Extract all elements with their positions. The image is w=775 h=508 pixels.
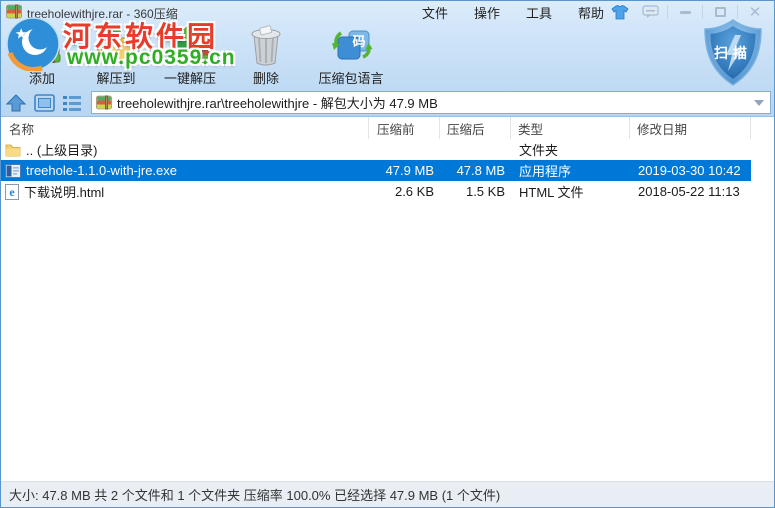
modified-date bbox=[630, 139, 751, 160]
extract-to-icon bbox=[93, 23, 139, 67]
icon-view-icon[interactable] bbox=[31, 92, 57, 114]
status-bar: 大小: 47.8 MB 共 2 个文件和 1 个文件夹 压缩率 100.0% 已… bbox=[1, 481, 774, 507]
address-archive-icon bbox=[96, 95, 112, 110]
svg-text:e: e bbox=[9, 185, 15, 199]
file-list: 名称 压缩前 压缩后 类型 修改日期 .. (上级目录) 文件夹 treehol… bbox=[1, 117, 774, 481]
column-header-type[interactable]: 类型 bbox=[511, 117, 630, 139]
archive-language-button[interactable]: 码 压缩包语言 bbox=[303, 25, 399, 87]
modified-date: 2019-03-30 10:42 bbox=[638, 163, 741, 178]
up-folder-icon[interactable] bbox=[3, 92, 29, 114]
column-header-name[interactable]: 名称 bbox=[1, 117, 369, 139]
tool-label: 添加 bbox=[28, 71, 55, 86]
column-headers: 名称 压缩前 压缩后 类型 修改日期 bbox=[1, 117, 774, 139]
tool-label: 一键解压 bbox=[163, 71, 216, 86]
add-archive-icon bbox=[20, 23, 64, 67]
menu-operation[interactable]: 操作 bbox=[461, 1, 513, 24]
one-key-extract-icon bbox=[167, 23, 213, 67]
address-path[interactable]: treeholewithjre.rar\treeholewithjre - 解包… bbox=[117, 93, 748, 112]
address-dropdown-button[interactable] bbox=[748, 92, 770, 113]
chevron-down-icon bbox=[754, 99, 764, 106]
table-row-parent-dir[interactable]: .. (上级目录) 文件夹 bbox=[1, 139, 774, 160]
divider bbox=[667, 5, 668, 19]
html-file-icon: e bbox=[5, 183, 19, 200]
toolbar: 添加 解压到 一键解压 删除 码 压缩包语言 bbox=[5, 23, 399, 87]
scan-button[interactable]: 扫描 bbox=[698, 17, 768, 89]
delete-icon bbox=[246, 23, 286, 67]
minimize-button[interactable] bbox=[670, 2, 700, 22]
size-before: 47.9 MB bbox=[385, 163, 434, 178]
size-after: 1.5 KB bbox=[465, 184, 505, 199]
file-type: 应用程序 bbox=[519, 164, 572, 179]
tool-label: 解压到 bbox=[96, 71, 136, 86]
add-button[interactable]: 添加 bbox=[5, 25, 79, 87]
column-header-size-before[interactable]: 压缩前 bbox=[369, 117, 440, 139]
navigation-bar: treeholewithjre.rar\treeholewithjre - 解包… bbox=[1, 89, 774, 116]
menu-tools[interactable]: 工具 bbox=[513, 1, 565, 24]
app-window: treeholewithjre.rar - 360压缩 文件 操作 工具 帮助 bbox=[0, 0, 775, 508]
column-header-modified[interactable]: 修改日期 bbox=[630, 117, 751, 139]
address-bar[interactable]: treeholewithjre.rar\treeholewithjre - 解包… bbox=[91, 91, 771, 114]
table-row-html[interactable]: e 下载说明.html 2.6 KB 1.5 KB HTML 文件 2018-0… bbox=[1, 181, 774, 202]
window-chrome: treeholewithjre.rar - 360压缩 文件 操作 工具 帮助 bbox=[1, 1, 774, 117]
app-archive-icon bbox=[6, 4, 22, 24]
skin-icon[interactable] bbox=[605, 2, 635, 22]
column-header-empty bbox=[751, 117, 774, 139]
file-type: 文件夹 bbox=[519, 143, 559, 158]
file-name: .. (上级目录) bbox=[26, 143, 98, 158]
one-key-extract-button[interactable]: 一键解压 bbox=[153, 23, 227, 87]
status-text: 大小: 47.8 MB 共 2 个文件和 1 个文件夹 压缩率 100.0% 已… bbox=[9, 488, 501, 503]
modified-date: 2018-05-22 11:13 bbox=[638, 184, 740, 199]
scan-label: 扫描 bbox=[714, 45, 752, 61]
file-name: 下载说明.html bbox=[24, 185, 105, 200]
size-before: 2.6 KB bbox=[394, 184, 434, 199]
extract-to-button[interactable]: 解压到 bbox=[79, 23, 153, 87]
feedback-icon[interactable] bbox=[635, 2, 665, 22]
file-type: HTML 文件 bbox=[519, 185, 584, 200]
menu-file[interactable]: 文件 bbox=[409, 1, 461, 24]
folder-icon bbox=[5, 143, 21, 157]
size-before bbox=[369, 139, 440, 160]
size-after bbox=[440, 139, 511, 160]
menu-bar: 文件 操作 工具 帮助 bbox=[409, 1, 617, 23]
size-after: 47.8 MB bbox=[456, 163, 505, 178]
archive-language-icon: 码 bbox=[327, 23, 375, 67]
tool-label: 压缩包语言 bbox=[318, 71, 384, 86]
file-name: treehole-1.1.0-with-jre.exe bbox=[26, 163, 178, 178]
column-header-size-after[interactable]: 压缩后 bbox=[440, 117, 511, 139]
delete-button[interactable]: 删除 bbox=[229, 25, 303, 87]
language-char: 码 bbox=[352, 34, 365, 49]
window-title: treeholewithjre.rar - 360压缩 bbox=[27, 6, 178, 21]
exe-file-icon bbox=[5, 163, 21, 178]
list-view-icon[interactable] bbox=[59, 92, 85, 114]
tool-label: 删除 bbox=[252, 71, 279, 86]
table-row-exe-selected[interactable]: treehole-1.1.0-with-jre.exe 47.9 MB 47.8… bbox=[1, 160, 774, 181]
